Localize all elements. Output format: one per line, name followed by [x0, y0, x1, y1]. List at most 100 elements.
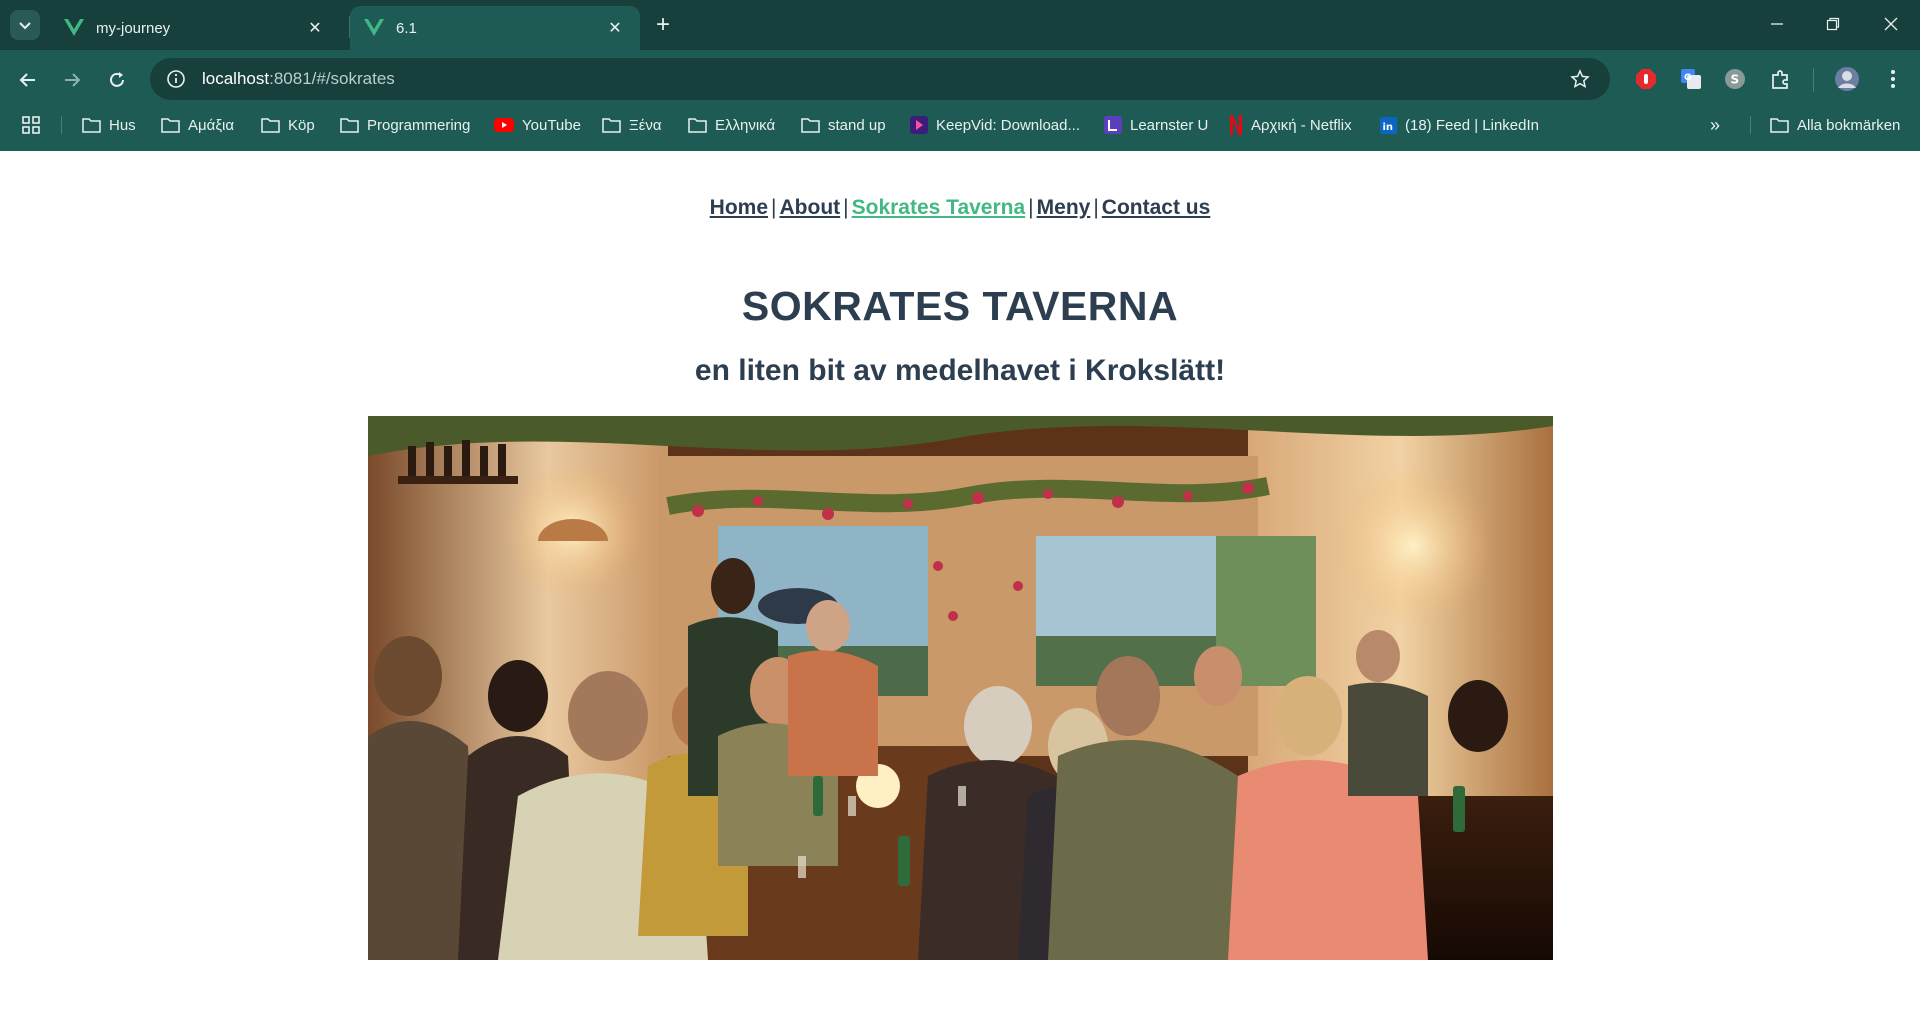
s-extension-button[interactable]: S: [1722, 66, 1748, 92]
bookmark-hus[interactable]: Hus: [82, 110, 136, 140]
adblock-icon: [1636, 69, 1656, 89]
bookmark-xena[interactable]: Ξένα: [602, 110, 662, 140]
avatar-icon: [1835, 67, 1859, 91]
minimize-icon: [1771, 23, 1783, 25]
bookmarks-bar: Hus Αμάξια Köp Programmering YouTube Ξέν…: [0, 110, 1920, 140]
translate-extension-button[interactable]: G: [1678, 66, 1704, 92]
netflix-icon: [1229, 115, 1243, 135]
nav-link-about[interactable]: About: [780, 196, 841, 219]
reload-icon: [110, 72, 124, 87]
arrow-right-icon: [65, 73, 81, 87]
bookmark-label: Köp: [288, 116, 315, 134]
forward-button[interactable]: [56, 64, 88, 96]
tab-title: my-journey: [96, 19, 171, 37]
address-bar[interactable]: localhost:8081/#/sokrates: [150, 58, 1610, 100]
bookmark-label: Programmering: [367, 116, 471, 134]
restaurant-photo: [368, 416, 1553, 960]
close-tab-icon[interactable]: ✕: [604, 17, 626, 39]
bookmarks-divider: [61, 116, 62, 134]
bookmark-kop[interactable]: Köp: [261, 110, 315, 140]
translate-icon: G: [1681, 69, 1701, 89]
bookmark-label: KeepVid: Download...: [936, 116, 1080, 134]
bookmark-label: Αρχική - Netflix: [1251, 116, 1352, 134]
tab-6-1[interactable]: 6.1 ✕: [350, 6, 640, 50]
vue-logo-icon: [64, 19, 84, 36]
svg-text:in: in: [1383, 122, 1394, 133]
restore-icon: [1826, 17, 1840, 31]
bookmark-label: Learnster U: [1130, 116, 1209, 134]
bookmark-netflix[interactable]: Αρχική - Netflix: [1229, 110, 1352, 140]
toolbar-divider: [1813, 68, 1814, 92]
tab-my-journey[interactable]: my-journey ✕: [50, 6, 340, 50]
all-bookmarks-label: Alla bokmärken: [1797, 116, 1901, 134]
apps-grid-icon: [22, 116, 40, 134]
keepvid-icon: [910, 116, 928, 134]
folder-icon: [261, 117, 280, 133]
folder-icon: [602, 117, 621, 133]
close-tab-icon[interactable]: ✕: [304, 17, 326, 39]
nav-link-home[interactable]: Home: [710, 196, 768, 219]
site-info-button[interactable]: [164, 67, 188, 91]
folder-icon: [82, 117, 101, 133]
bookmarks-divider: [1750, 116, 1751, 134]
close-icon: [1884, 17, 1898, 31]
nav-separator: |: [1093, 196, 1099, 219]
apps-button[interactable]: [22, 110, 40, 140]
all-bookmarks-button[interactable]: Alla bokmärken: [1770, 110, 1900, 140]
tab-strip: my-journey ✕ 6.1 ✕ +: [0, 0, 1920, 50]
more-bookmarks-icon: »: [1710, 114, 1721, 135]
bookmark-label: Hus: [109, 116, 136, 134]
menu-button[interactable]: [1880, 66, 1906, 92]
reload-button[interactable]: [101, 64, 133, 96]
nav-link-meny[interactable]: Meny: [1037, 196, 1091, 219]
nav-link-contact-us[interactable]: Contact us: [1102, 196, 1211, 219]
page-subtitle: en liten bit av medelhavet i Krokslätt!: [694, 354, 1226, 387]
folder-icon: [801, 117, 820, 133]
new-tab-button[interactable]: +: [650, 12, 676, 38]
bookmark-youtube[interactable]: YouTube: [494, 110, 581, 140]
star-icon: [1570, 69, 1590, 88]
bookmark-stand-up[interactable]: stand up: [801, 110, 886, 140]
profile-avatar[interactable]: [1834, 66, 1860, 92]
page-content: Home | About | Sokrates Taverna | Meny | Contact…: [0, 151, 1920, 1030]
linkedin-icon: in: [1380, 116, 1397, 134]
bookmark-linkedin[interactable]: in (18) Feed | LinkedIn: [1380, 110, 1539, 140]
folder-icon: [161, 117, 180, 133]
bookmark-label: YouTube: [522, 116, 581, 134]
bookmark-learnster[interactable]: Learnster U: [1104, 110, 1208, 140]
bookmark-ellinika[interactable]: Ελληνικά: [688, 110, 775, 140]
site-nav: Home | About | Sokrates Taverna | Meny | Contact…: [0, 196, 1920, 220]
more-bookmarks-button[interactable]: »: [1710, 110, 1720, 140]
extensions-button[interactable]: [1768, 66, 1794, 92]
bookmark-programmering[interactable]: Programmering: [340, 110, 470, 140]
bookmark-label: Ελληνικά: [715, 116, 776, 134]
youtube-icon: [494, 118, 514, 132]
back-button[interactable]: [12, 64, 44, 96]
more-vertical-icon: [1891, 70, 1895, 88]
bookmark-keepvid[interactable]: KeepVid: Download...: [910, 110, 1080, 140]
adblock-extension-button[interactable]: [1633, 66, 1659, 92]
nav-separator: |: [843, 196, 849, 219]
nav-link-sokrates-taverna[interactable]: Sokrates Taverna: [852, 196, 1026, 219]
bookmark-label: Αμάξια: [188, 116, 235, 134]
tab-search-button[interactable]: [10, 10, 40, 40]
nav-separator: |: [1028, 196, 1034, 219]
chevron-down-icon: [19, 22, 31, 30]
folder-icon: [340, 117, 359, 133]
restore-button[interactable]: [1810, 8, 1856, 40]
puzzle-icon: [1772, 70, 1788, 89]
info-icon: [167, 70, 185, 88]
close-window-button[interactable]: [1868, 8, 1914, 40]
folder-icon: [688, 117, 707, 133]
nav-separator: |: [771, 196, 777, 219]
plus-icon: +: [655, 11, 670, 38]
minimize-button[interactable]: [1754, 8, 1800, 40]
bookmark-star-button[interactable]: [1568, 67, 1592, 91]
url-host: localhost: [202, 69, 270, 88]
restaurant-interior-illustration: [368, 416, 1553, 960]
bookmark-label: stand up: [828, 116, 886, 134]
bookmark-label: (18) Feed | LinkedIn: [1405, 116, 1539, 134]
learnster-icon: [1104, 116, 1122, 134]
url-path: :8081/#/sokrates: [269, 69, 395, 88]
bookmark-amaxia[interactable]: Αμάξια: [161, 110, 234, 140]
